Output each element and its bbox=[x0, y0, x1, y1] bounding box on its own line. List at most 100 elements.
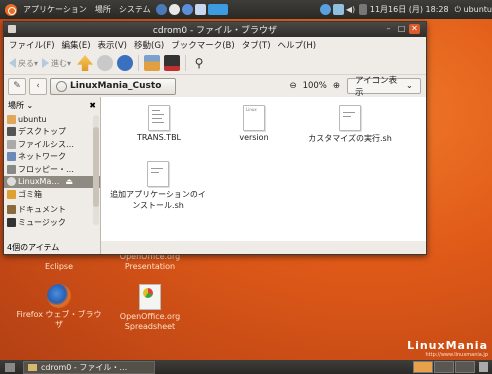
up-icon[interactable] bbox=[77, 55, 94, 71]
zoom-out-button[interactable]: ⊖ bbox=[289, 81, 296, 91]
menu-bookmarks[interactable]: ブックマーク(B) bbox=[171, 39, 234, 51]
cdrom-icon bbox=[56, 80, 67, 92]
sidebar-item-music[interactable]: ミュージック bbox=[4, 216, 100, 229]
folder-icon bbox=[28, 363, 37, 371]
trash-icon[interactable] bbox=[479, 362, 488, 372]
sidebar-item-home[interactable]: ubuntu bbox=[4, 113, 100, 126]
minimize-button[interactable]: – bbox=[383, 24, 394, 34]
sidebar-item-label: デスクトップ bbox=[18, 127, 66, 137]
clock[interactable]: 11月16日 (月) 18:28 bbox=[370, 4, 449, 15]
forward-button[interactable]: 進む ▾ bbox=[42, 58, 71, 69]
launcher-icon[interactable] bbox=[194, 4, 206, 15]
menubar: ファイル(F) 編集(E) 表示(V) 移動(G) ブックマーク(B) タブ(T… bbox=[4, 37, 426, 52]
home-icon[interactable] bbox=[144, 55, 161, 71]
sidebar-scrollbar[interactable] bbox=[93, 115, 99, 225]
desktop-icon-firefox[interactable]: Firefox ウェブ・ブラウザ bbox=[14, 284, 104, 330]
sidebar-item-cdrom[interactable]: LinuxMa… ⏏ bbox=[4, 175, 100, 188]
menu-view[interactable]: 表示(V) bbox=[98, 39, 127, 51]
workspace-3[interactable] bbox=[455, 361, 475, 373]
maximize-button[interactable]: □ bbox=[396, 24, 407, 34]
launcher-icon[interactable] bbox=[168, 4, 180, 15]
workspace-switcher[interactable] bbox=[413, 361, 475, 373]
mail-icon[interactable] bbox=[332, 4, 344, 15]
eject-icon[interactable]: ⏏ bbox=[65, 177, 73, 186]
applications-menu[interactable]: アプリケーション bbox=[19, 4, 91, 15]
window-body: 場所 ⌄ ✖ ubuntu デスクトップ ファイルシス… ネットワーク フロッピ… bbox=[4, 97, 426, 254]
workspace-2[interactable] bbox=[434, 361, 454, 373]
file-item[interactable]: カスタマイズの実行.sh bbox=[307, 105, 393, 144]
desktop-icon-presentation[interactable]: OpenOffice.org Presentation bbox=[110, 252, 190, 272]
music-icon bbox=[7, 217, 16, 227]
system-menu[interactable]: システム bbox=[115, 4, 155, 15]
cdrom-icon bbox=[7, 177, 16, 187]
launcher-icon[interactable] bbox=[207, 4, 228, 15]
zoom-in-button[interactable]: ⊕ bbox=[333, 81, 340, 91]
forward-label: 進む bbox=[51, 58, 68, 68]
watermark-brand: LinuxMania bbox=[407, 339, 488, 352]
script-file-icon bbox=[147, 161, 169, 187]
sidebar-item-floppy[interactable]: フロッピー・… bbox=[4, 163, 100, 176]
file-name: カスタマイズの実行.sh bbox=[308, 134, 392, 143]
view-mode-select[interactable]: アイコン表示 ⌄ bbox=[347, 76, 421, 98]
sidebar-item-filesystem[interactable]: ファイルシス… bbox=[4, 138, 100, 151]
sidebar-item-label: ネットワーク bbox=[18, 152, 66, 162]
menu-help[interactable]: ヘルプ(H) bbox=[278, 39, 317, 51]
stop-icon[interactable] bbox=[97, 55, 114, 71]
sidebar-item-network[interactable]: ネットワーク bbox=[4, 151, 100, 164]
back-arrow-icon bbox=[9, 58, 16, 68]
chevron-down-icon: ⌄ bbox=[405, 81, 413, 91]
sidebar-places-select[interactable]: 場所 ⌄ bbox=[8, 100, 33, 111]
close-button[interactable]: ✕ bbox=[409, 24, 420, 34]
sidebar-item-label: ゴミ箱 bbox=[18, 189, 42, 199]
desktop-icon bbox=[7, 127, 16, 137]
sidebar-item-label: ubuntu bbox=[18, 114, 47, 124]
ubuntu-logo-icon[interactable] bbox=[5, 3, 17, 16]
file-item[interactable]: Linux version bbox=[214, 105, 294, 142]
search-icon[interactable]: ⚲ bbox=[191, 55, 207, 71]
desktop-icon-spreadsheet[interactable]: OpenOffice.org Spreadsheet bbox=[110, 284, 190, 332]
path-breadcrumb[interactable]: LinuxMania_Custo bbox=[50, 77, 176, 95]
toolbar-separator bbox=[185, 55, 187, 71]
user-menu[interactable]: ⏻ ubuntu bbox=[455, 5, 492, 15]
edit-location-icon[interactable]: ✎ bbox=[8, 77, 26, 95]
path-left-button[interactable]: ‹ bbox=[29, 77, 47, 95]
computer-icon[interactable] bbox=[164, 55, 181, 71]
workspace-1[interactable] bbox=[413, 361, 433, 373]
text-file-icon bbox=[148, 105, 170, 131]
menu-file[interactable]: ファイル(F) bbox=[9, 39, 55, 51]
help-icon[interactable] bbox=[181, 4, 193, 15]
sidebar: 場所 ⌄ ✖ ubuntu デスクトップ ファイルシス… ネットワーク フロッピ… bbox=[4, 97, 101, 254]
battery-icon[interactable] bbox=[358, 4, 367, 15]
menu-go[interactable]: 移動(G) bbox=[134, 39, 164, 51]
drive-icon bbox=[7, 139, 16, 149]
reload-icon[interactable] bbox=[117, 55, 134, 71]
text-file-icon: Linux bbox=[243, 105, 265, 131]
desktop-icon-eclipse[interactable]: Eclipse bbox=[14, 262, 104, 272]
launcher-icon[interactable] bbox=[155, 4, 167, 15]
file-name: TRANS.TBL bbox=[136, 133, 182, 142]
taskbar-item[interactable]: cdrom0 - ファイル・… bbox=[23, 360, 155, 374]
places-menu[interactable]: 場所 bbox=[91, 4, 115, 15]
window-menu-icon[interactable] bbox=[8, 25, 16, 33]
file-item[interactable]: TRANS.TBL bbox=[119, 105, 199, 142]
file-item[interactable]: 追加アプリケーションのインストール.sh bbox=[109, 161, 207, 211]
sidebar-title: 場所 bbox=[8, 100, 24, 110]
desktop-icon-label: Eclipse bbox=[44, 262, 74, 271]
sidebar-item-desktop[interactable]: デスクトップ bbox=[4, 126, 100, 139]
back-button[interactable]: 戻る ▾ bbox=[9, 58, 38, 69]
scrollbar-thumb[interactable] bbox=[93, 127, 99, 207]
volume-icon[interactable]: ◀) bbox=[346, 4, 357, 15]
menu-edit[interactable]: 編集(E) bbox=[62, 39, 91, 51]
network-icon[interactable] bbox=[319, 4, 331, 15]
window-titlebar[interactable]: cdrom0 - ファイル・ブラウザ – □ ✕ bbox=[4, 22, 426, 37]
sidebar-close-button[interactable]: ✖ bbox=[89, 101, 96, 110]
file-icon-label: Linux bbox=[246, 107, 257, 112]
menu-tabs[interactable]: タブ(T) bbox=[242, 39, 271, 51]
file-view[interactable]: TRANS.TBL Linux version カスタマイズの実行.sh 追加ア… bbox=[101, 97, 426, 241]
documents-icon bbox=[7, 205, 16, 215]
show-desktop-icon[interactable] bbox=[5, 362, 15, 372]
sidebar-item-label: LinuxMa… bbox=[18, 177, 60, 187]
sidebar-item-documents[interactable]: ドキュメント bbox=[4, 204, 100, 217]
view-mode-value: アイコン表示 bbox=[355, 76, 398, 98]
sidebar-item-trash[interactable]: ゴミ箱 bbox=[4, 188, 100, 201]
